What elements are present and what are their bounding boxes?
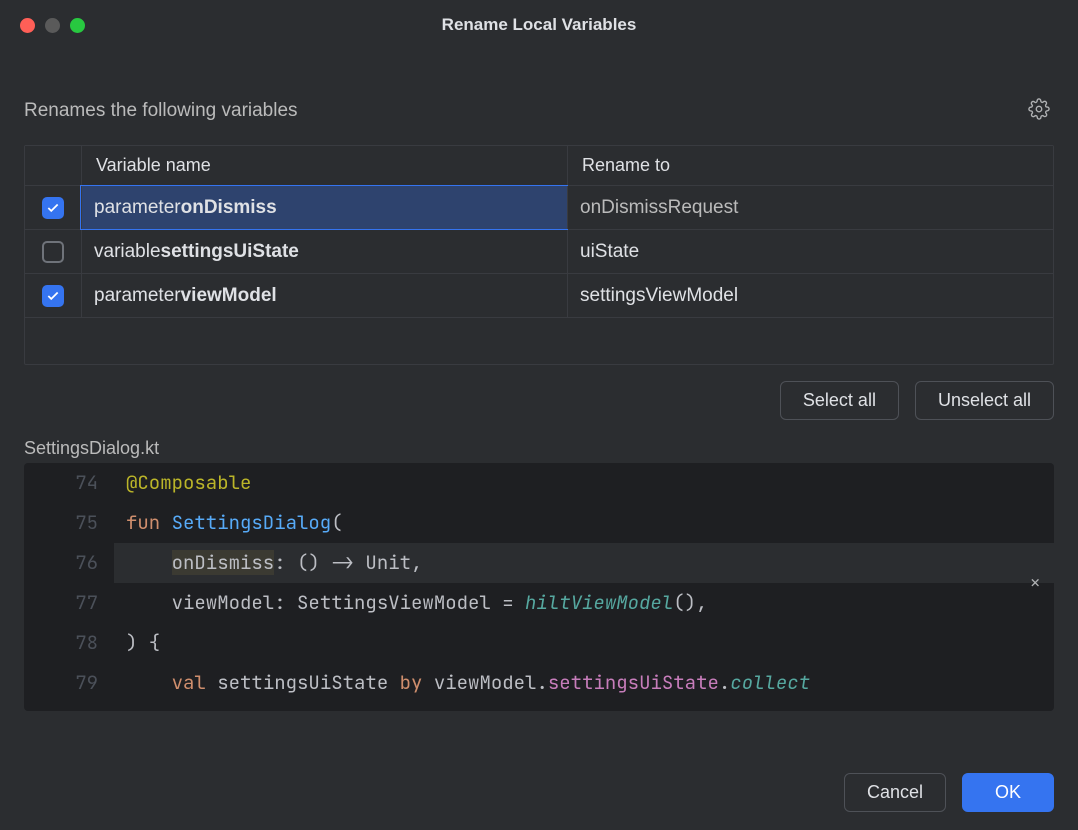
traffic-lights bbox=[0, 18, 85, 33]
variables-table: Variable name Rename to parameter onDism… bbox=[24, 145, 1054, 365]
window-title: Rename Local Variables bbox=[0, 15, 1078, 35]
window-maximize-button[interactable] bbox=[70, 18, 85, 33]
preview-filename: SettingsDialog.kt bbox=[24, 438, 1054, 459]
line-number: 75 bbox=[24, 503, 114, 543]
row-checkbox[interactable] bbox=[42, 241, 64, 263]
variable-name-cell[interactable]: parameter onDismiss bbox=[81, 186, 567, 229]
dialog-subtitle: Renames the following variables bbox=[24, 100, 298, 122]
unselect-all-button[interactable]: Unselect all bbox=[915, 381, 1054, 420]
window-close-button[interactable] bbox=[20, 18, 35, 33]
code-annotation: @Composable bbox=[126, 470, 251, 495]
variable-name-cell[interactable]: parameter viewModel bbox=[81, 274, 567, 317]
gear-icon bbox=[1028, 98, 1050, 120]
row-checkbox[interactable] bbox=[42, 197, 64, 219]
line-number: 76 bbox=[24, 543, 114, 583]
select-all-button[interactable]: Select all bbox=[780, 381, 899, 420]
column-header-rename[interactable]: Rename to bbox=[567, 146, 1053, 185]
titlebar: Rename Local Variables bbox=[0, 0, 1078, 50]
close-icon[interactable]: ✕ bbox=[1030, 563, 1040, 603]
table-header: Variable name Rename to bbox=[25, 146, 1053, 186]
highlighted-identifier: onDismiss bbox=[172, 550, 275, 575]
line-number: 77 bbox=[24, 583, 114, 623]
table-row[interactable]: parameter viewModelsettingsViewModel bbox=[25, 274, 1053, 318]
cancel-button[interactable]: Cancel bbox=[844, 773, 946, 812]
line-number: 74 bbox=[24, 463, 114, 503]
line-number: 78 bbox=[24, 623, 114, 663]
table-row[interactable]: variable settingsUiStateuiState bbox=[25, 230, 1053, 274]
row-checkbox[interactable] bbox=[42, 285, 64, 307]
column-header-name[interactable]: Variable name bbox=[81, 146, 567, 185]
variable-name-cell[interactable]: variable settingsUiState bbox=[81, 230, 567, 273]
code-preview: 74 @Composable 75 fun SettingsDialog( 76… bbox=[24, 463, 1054, 711]
table-row[interactable]: parameter onDismissonDismissRequest bbox=[25, 186, 1053, 230]
settings-button[interactable] bbox=[1024, 94, 1054, 127]
ok-button[interactable]: OK bbox=[962, 773, 1054, 812]
rename-to-cell[interactable]: uiState bbox=[567, 230, 1053, 273]
window-minimize-button[interactable] bbox=[45, 18, 60, 33]
rename-to-cell[interactable]: settingsViewModel bbox=[567, 274, 1053, 317]
line-number: 79 bbox=[24, 663, 114, 703]
rename-to-cell[interactable]: onDismissRequest bbox=[567, 186, 1053, 229]
